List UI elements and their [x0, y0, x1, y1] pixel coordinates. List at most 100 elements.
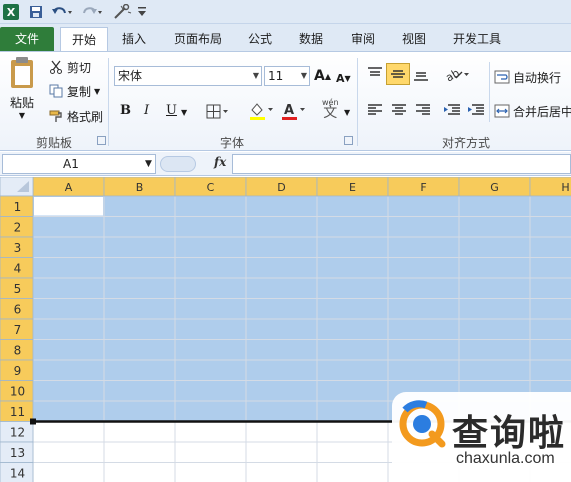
group-separator — [108, 58, 109, 146]
tab-insert[interactable]: 插入 — [112, 27, 156, 51]
svg-text:A: A — [284, 103, 294, 118]
paste-button[interactable]: 粘贴 ▼ — [4, 56, 40, 120]
fill-handle — [30, 418, 36, 425]
column-header-label: F — [420, 181, 426, 194]
align-left-icon[interactable] — [366, 102, 384, 118]
row-header-label: 7 — [14, 323, 22, 337]
ribbon-tabs: 文件 开始 插入 页面布局 公式 数据 审阅 视图 开发工具 — [0, 24, 571, 51]
merge-center-button[interactable]: 合并后居中 — [494, 102, 571, 120]
row-header-label: 2 — [14, 220, 22, 234]
format-painter-button[interactable]: 格式刷 — [48, 107, 103, 125]
tab-review[interactable]: 审阅 — [342, 27, 384, 51]
watermark-logo-icon — [399, 400, 446, 448]
column-header-label: G — [490, 181, 499, 194]
chevron-down-icon: ▼ — [252, 71, 259, 80]
font-dialog-launcher[interactable] — [344, 136, 353, 145]
clipboard-group-label: 剪贴板 — [35, 136, 72, 150]
name-box[interactable]: A1 ▼ — [2, 154, 156, 174]
chevron-down-icon[interactable]: ▼ — [344, 102, 350, 122]
chevron-down-icon: ▼ — [18, 111, 26, 120]
align-middle-icon[interactable] — [386, 63, 410, 85]
undo-icon[interactable] — [50, 3, 74, 21]
row-header-label: 1 — [14, 200, 22, 214]
name-box-value: A1 — [63, 157, 79, 171]
customize-icon[interactable] — [112, 3, 134, 21]
tab-data[interactable]: 数据 — [290, 27, 332, 51]
wrap-text-button[interactable]: 自动换行 — [494, 68, 561, 86]
paintbrush-icon — [48, 109, 64, 123]
font-name-value: 宋体 — [118, 69, 143, 83]
watermark: 查询啦 chaxunla.com — [392, 392, 571, 482]
group-separator — [357, 58, 358, 146]
row-header-label: 3 — [14, 241, 22, 255]
fill-color-icon[interactable] — [248, 100, 274, 122]
formula-input[interactable] — [232, 154, 571, 174]
font-size-select[interactable]: 11 ▼ — [264, 66, 310, 86]
clipboard-icon — [8, 56, 36, 90]
selection-range — [33, 196, 571, 422]
align-bottom-icon[interactable] — [412, 66, 430, 82]
tab-page-layout[interactable]: 页面布局 — [166, 27, 230, 51]
row-header-label: 6 — [14, 302, 22, 316]
column-header-label: A — [65, 181, 73, 194]
ribbon: 粘贴 ▼ 剪切 复制 ▼ 格式刷 剪贴板 宋体 ▼ 11 ▼ A ▲ A ▼ B I… — [0, 51, 571, 151]
underline-button[interactable]: U — [166, 100, 177, 120]
cut-label: 剪切 — [67, 60, 92, 75]
qat-dropdown-icon[interactable] — [136, 3, 148, 21]
increase-indent-icon[interactable] — [466, 102, 486, 118]
phonetic-guide-icon: 文 — [323, 105, 338, 121]
row-header-label: 9 — [14, 364, 22, 378]
font-color-icon[interactable]: A — [280, 100, 306, 122]
row-header-label: 11 — [10, 405, 25, 419]
cut-button[interactable]: 剪切 — [48, 58, 91, 76]
clipboard-dialog-launcher[interactable] — [97, 136, 106, 145]
tab-view[interactable]: 视图 — [394, 27, 434, 51]
shrink-font-icon[interactable]: A ▼ — [336, 68, 351, 88]
borders-icon[interactable] — [206, 102, 230, 122]
row-header-label: 10 — [10, 384, 25, 398]
tab-developer[interactable]: 开发工具 — [444, 27, 510, 51]
row-header-label: 14 — [10, 466, 25, 480]
copy-icon — [48, 84, 64, 98]
merge-center-label: 合并后居中 — [513, 104, 571, 119]
quick-access-toolbar: X — [0, 0, 571, 24]
align-center-icon[interactable] — [390, 102, 408, 118]
column-header-label: H — [561, 181, 569, 194]
save-icon[interactable] — [27, 3, 45, 21]
column-header-label: D — [277, 181, 285, 194]
copy-button[interactable]: 复制 ▼ — [48, 82, 100, 100]
align-top-icon[interactable] — [366, 66, 384, 82]
alignment-group-label: 对齐方式 — [441, 136, 490, 150]
excel-logo-icon: X — [3, 3, 19, 21]
tab-formulas[interactable]: 公式 — [240, 27, 280, 51]
formula-bar: A1 ▼ fx — [0, 152, 571, 176]
orientation-icon[interactable]: ab — [444, 66, 470, 82]
font-name-select[interactable]: 宋体 ▼ — [114, 66, 262, 86]
tab-home[interactable]: 开始 — [60, 27, 108, 51]
bold-button[interactable]: B — [120, 100, 131, 120]
font-group-label: 字体 — [219, 136, 244, 150]
decrease-indent-icon[interactable] — [442, 102, 462, 118]
column-header-label: E — [349, 181, 356, 194]
watermark-url: chaxunla.com — [456, 450, 555, 467]
grow-font-icon[interactable]: A ▲ — [314, 66, 331, 86]
chevron-down-icon: ▼ — [300, 71, 307, 80]
paste-label: 粘贴 — [9, 96, 34, 110]
formula-bar-handle[interactable] — [160, 156, 196, 172]
row-header-label: 4 — [14, 261, 22, 275]
row-header-label: 12 — [10, 425, 25, 439]
chevron-down-icon[interactable]: ▼ — [181, 102, 187, 122]
redo-icon[interactable] — [80, 3, 104, 21]
chevron-down-icon: ▼ — [94, 86, 101, 96]
italic-button[interactable]: I — [144, 100, 149, 120]
chevron-down-icon: ▼ — [145, 159, 152, 169]
tab-file[interactable]: 文件 — [0, 27, 54, 51]
font-size-value: 11 — [268, 69, 284, 83]
insert-function-icon[interactable]: fx — [214, 155, 226, 169]
align-right-icon[interactable] — [414, 102, 432, 118]
format-painter-label: 格式刷 — [67, 109, 104, 124]
merge-center-icon — [494, 104, 510, 118]
phonetic-guide-button[interactable]: wén 文 — [322, 98, 339, 124]
group-separator — [489, 62, 490, 122]
column-header-label: C — [207, 181, 215, 194]
